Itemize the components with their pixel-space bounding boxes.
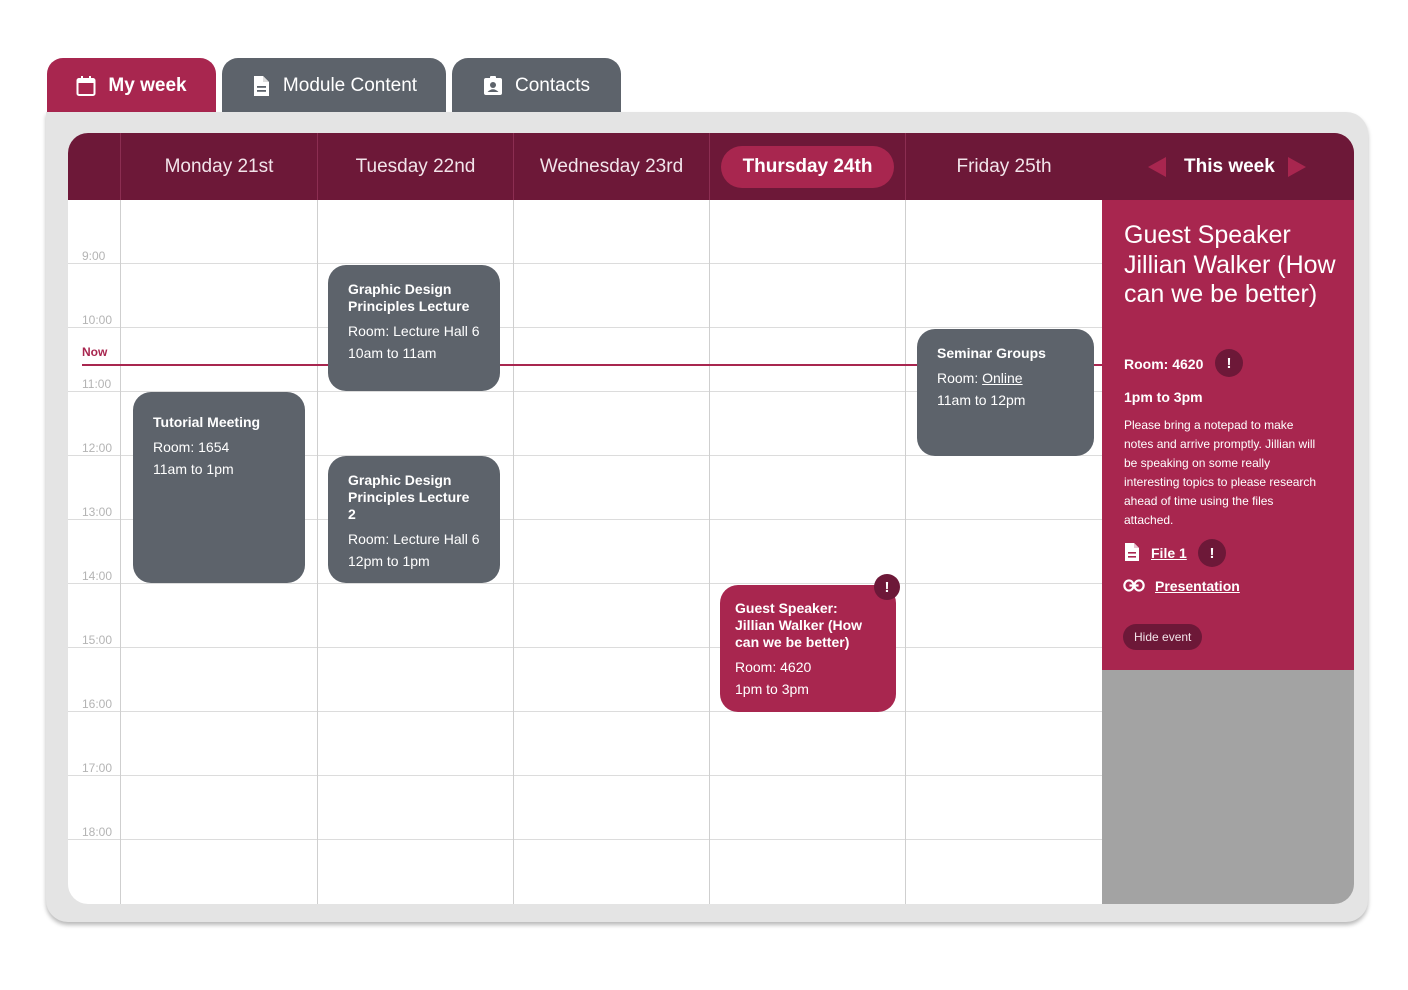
time-label: 12:00 [82,441,113,455]
time-label: 13:00 [82,505,113,519]
event-title: Graphic Design Principles Lecture 2 [348,472,470,522]
event-detail-panel: Guest Speaker Jillian Walker (How can we… [1102,200,1354,670]
tab-module-content[interactable]: Module Content [222,58,446,114]
event-time: 10am to 11am [348,345,437,361]
event-room: Room: Lecture Hall 6 [348,323,480,339]
file-icon [1125,543,1139,561]
week-navigator-title: This week [1184,155,1275,177]
document-icon [253,76,269,96]
day-header-tuesday[interactable]: Tuesday 22nd [318,133,513,200]
hour-line [68,327,1102,328]
room-alert-icon[interactable]: ! [1215,349,1243,377]
next-week-icon[interactable] [1288,157,1306,177]
event-seminar-groups[interactable]: Seminar Groups Room: Online 11am to 12pm [917,329,1094,456]
event-graphic-design-lecture-2[interactable]: Graphic Design Principles Lecture 2 Room… [328,456,500,583]
calendar-icon [76,76,96,96]
hour-line [68,647,1102,648]
event-alert-icon: ! [874,574,900,600]
side-panel-empty-area [1102,670,1354,904]
previous-week-icon[interactable] [1148,157,1166,177]
day-header-friday[interactable]: Friday 25th [906,133,1102,200]
column-line [120,200,121,904]
time-label: 14:00 [82,569,113,583]
link-icon [1123,579,1145,592]
tab-contacts[interactable]: Contacts [452,58,621,114]
online-room-link[interactable]: Online [982,370,1022,386]
event-time: 11am to 12pm [937,392,1026,408]
hour-line [68,775,1102,776]
event-title: Seminar Groups [937,345,1046,361]
event-time: 11am to 1pm [153,461,234,477]
event-room: Room: Online [937,367,1074,389]
time-label: 11:00 [82,377,112,391]
column-line [709,200,710,904]
time-label: 17:00 [82,761,113,775]
event-title: Guest Speaker: Jillian Walker (How can w… [735,600,863,650]
event-title: Tutorial Meeting [153,414,261,430]
event-detail-title: Guest Speaker Jillian Walker (How can we… [1124,221,1336,308]
day-header-thursday-current[interactable]: Thursday 24th [721,146,894,188]
file-1-link[interactable]: File 1 [1151,545,1187,561]
day-header-wednesday[interactable]: Wednesday 23rd [514,133,709,200]
event-detail-description: Please bring a notepad to make notes and… [1124,418,1317,527]
event-room: Room: 1654 [153,439,230,455]
event-room: Room: 4620 [735,659,812,675]
column-line [905,200,906,904]
presentation-link[interactable]: Presentation [1155,578,1240,594]
week-navigator: This week [1102,133,1354,200]
tab-my-week[interactable]: My week [47,58,216,114]
event-title: Graphic Design Principles Lecture [348,281,470,314]
column-line [513,200,514,904]
time-label: 18:00 [82,825,113,839]
header-divider [709,133,710,200]
tab-label: My week [108,75,187,96]
event-graphic-design-lecture[interactable]: Graphic Design Principles Lecture Room: … [328,265,500,391]
event-time: 12pm to 1pm [348,553,430,569]
time-label: 16:00 [82,697,113,711]
contact-card-icon [484,76,502,95]
time-label: 9:00 [82,249,106,263]
event-detail-time: 1pm to 3pm [1124,389,1203,405]
tab-label: Contacts [515,75,590,96]
hour-line [68,263,1102,264]
column-line [317,200,318,904]
calendar-board: Monday 21st Tuesday 22nd Wednesday 23rd … [68,133,1354,904]
file-alert-icon[interactable]: ! [1198,539,1226,567]
event-guest-speaker[interactable]: Guest Speaker: Jillian Walker (How can w… [720,585,896,712]
tab-label: Module Content [282,75,418,96]
time-label: 10:00 [82,313,113,327]
time-label: 15:00 [82,633,113,647]
hide-event-button[interactable]: Hide event [1123,624,1203,650]
event-detail-room: Room: 4620 [1124,356,1204,372]
hour-line [68,711,1102,712]
event-room: Room: Lecture Hall 6 [348,531,480,547]
day-header-monday[interactable]: Monday 21st [121,133,317,200]
event-room-prefix: Room: [937,370,983,386]
hour-line [68,583,1102,584]
hour-line [68,839,1102,840]
event-time: 1pm to 3pm [735,681,809,697]
now-label: Now [82,345,108,359]
event-tutorial-meeting[interactable]: Tutorial Meeting Room: 1654 11am to 1pm [133,392,305,583]
